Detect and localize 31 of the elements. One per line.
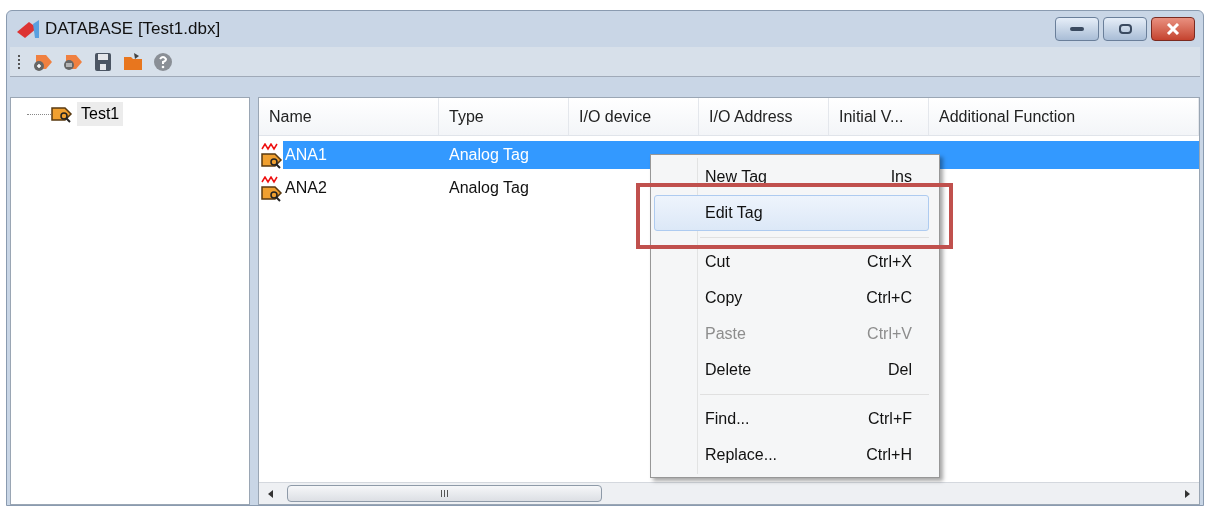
column-header[interactable]: Name	[259, 98, 439, 135]
table-cell-text: Analog Tag	[449, 178, 529, 198]
maximize-button[interactable]	[1103, 17, 1147, 41]
table-cell-text: Analog Tag	[449, 145, 529, 165]
tree-item[interactable]: Test1	[77, 102, 124, 126]
column-header[interactable]: I/O Address	[699, 98, 829, 135]
menu-item[interactable]: Replace... Ctrl+H	[654, 437, 929, 473]
close-button[interactable]	[1151, 17, 1195, 41]
column-header[interactable]: Initial V...	[829, 98, 929, 135]
menu-item[interactable]: Edit Tag	[654, 195, 929, 231]
column-header[interactable]: Type	[439, 98, 569, 135]
save-icon[interactable]	[92, 50, 114, 73]
folder-icon[interactable]	[122, 50, 144, 73]
column-header[interactable]: I/O device	[569, 98, 699, 135]
tag-icon	[261, 176, 283, 202]
close-icon	[1166, 23, 1180, 35]
help-icon[interactable]	[152, 50, 174, 73]
window-title: DATABASE [Test1.dbx]	[45, 18, 221, 41]
menu-item[interactable]: Cut Ctrl+X	[654, 244, 929, 280]
column-header[interactable]: Additional Function	[929, 98, 1199, 135]
tag-icon	[51, 105, 73, 123]
menu-item[interactable]: Delete Del	[654, 352, 929, 388]
menu-item[interactable]: Find... Ctrl+F	[654, 401, 929, 437]
menu-item[interactable]: Copy Ctrl+C	[654, 280, 929, 316]
scrollbar-thumb[interactable]	[287, 485, 602, 502]
tag-icon	[261, 143, 283, 169]
minimize-button[interactable]	[1055, 17, 1099, 41]
table-cell-text: ANA1	[285, 145, 327, 165]
table-cell-text: ANA2	[285, 178, 327, 198]
table-row[interactable]: ANA2 Analog Tag	[283, 174, 569, 202]
app-logo-icon	[15, 18, 41, 40]
